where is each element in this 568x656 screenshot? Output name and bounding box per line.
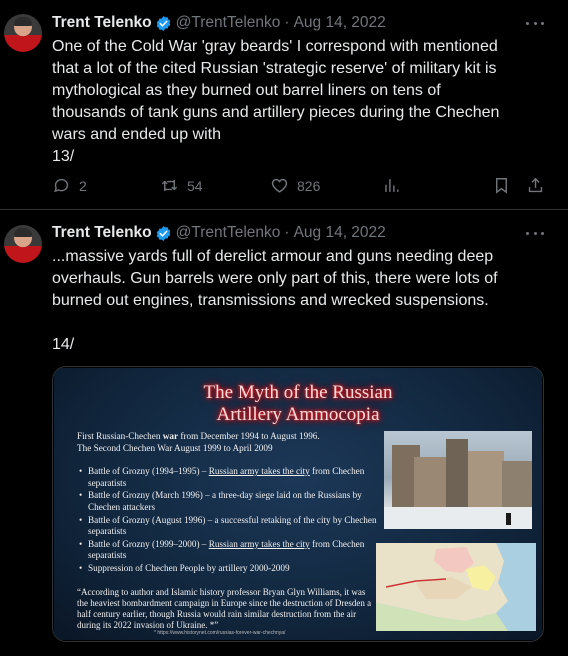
slide-body: First Russian-Chechen war from December … (77, 431, 377, 631)
tweet-date[interactable]: Aug 14, 2022 (294, 224, 386, 242)
bookmark-button[interactable] (492, 176, 511, 195)
author-name[interactable]: Trent Telenko (52, 14, 152, 32)
tweet-media-image[interactable]: The Myth of the Russian Artillery Ammoco… (52, 366, 544, 642)
verified-badge-icon (156, 15, 170, 31)
slide-source: * https://www.historynet.com/russias-for… (154, 630, 286, 636)
like-icon (271, 178, 288, 193)
reply-icon (54, 178, 69, 193)
slide-title-line1: The Myth of the Russian (203, 382, 393, 403)
list-item: Suppression of Chechen People by artille… (77, 563, 377, 575)
more-options-icon[interactable] (526, 22, 544, 28)
tweet-header: Trent Telenko @TrentTelenko · Aug 14, 20… (52, 12, 386, 34)
list-item: Battle of Grozny (1994–1995) – Russian a… (77, 466, 377, 489)
tweet-actions: 2 54 826 (52, 176, 548, 198)
like-count: 826 (297, 177, 321, 194)
list-item: Battle of Grozny (1999–2000) – Russian a… (77, 539, 377, 562)
slide-intro: First Russian-Chechen war from December … (77, 431, 377, 454)
slide-title-line2: Artillery Ammocopia (216, 404, 380, 425)
author-name[interactable]: Trent Telenko (52, 224, 152, 242)
author-handle[interactable]: @TrentTelenko (176, 224, 281, 242)
grozny-ruins-photo (384, 431, 532, 529)
tweet-date[interactable]: Aug 14, 2022 (294, 14, 386, 32)
verified-badge-icon (156, 225, 170, 241)
tweet-text: One of the Cold War 'gray beards' I corr… (52, 38, 500, 165)
retweet-button[interactable]: 54 (160, 176, 203, 195)
share-icon (528, 177, 543, 193)
separator-dot: · (284, 14, 290, 31)
author-handle[interactable]: @TrentTelenko (176, 14, 281, 32)
retweet-count: 54 (187, 177, 203, 194)
presentation-slide: The Myth of the Russian Artillery Ammoco… (54, 368, 542, 640)
intro-bold: war (162, 431, 179, 441)
separator-dot: · (284, 224, 290, 241)
list-item: Battle of Grozny (March 1996) – a three-… (77, 490, 377, 513)
list-item: Battle of Grozny (August 1996) – a succe… (77, 515, 377, 538)
views-button[interactable] (382, 176, 401, 195)
bookmark-icon (496, 178, 507, 194)
tweet[interactable]: Trent Telenko @TrentTelenko · Aug 14, 20… (0, 0, 568, 210)
like-button[interactable]: 826 (270, 176, 320, 195)
more-options-icon[interactable] (526, 232, 544, 238)
reply-count: 2 (79, 177, 87, 194)
reply-button[interactable]: 2 (52, 176, 87, 195)
slide-quote: “According to author and Islamic history… (77, 586, 372, 630)
avatar[interactable] (4, 225, 42, 263)
retweet-icon (161, 179, 178, 192)
tweet-header: Trent Telenko @TrentTelenko · Aug 14, 20… (52, 222, 386, 244)
caucasus-map (376, 543, 536, 631)
battle-list: Battle of Grozny (1994–1995) – Russian a… (77, 466, 377, 574)
tweet-text: ...massive yards full of derelict armour… (52, 248, 498, 353)
intro-text: from December 1994 to August 1996. (178, 431, 320, 441)
views-icon (385, 179, 399, 192)
intro-line2: The Second Chechen War August 1999 to Ap… (77, 442, 273, 453)
avatar[interactable] (4, 14, 42, 52)
share-button[interactable] (526, 176, 545, 195)
intro-text: First Russian-Chechen (77, 431, 163, 441)
